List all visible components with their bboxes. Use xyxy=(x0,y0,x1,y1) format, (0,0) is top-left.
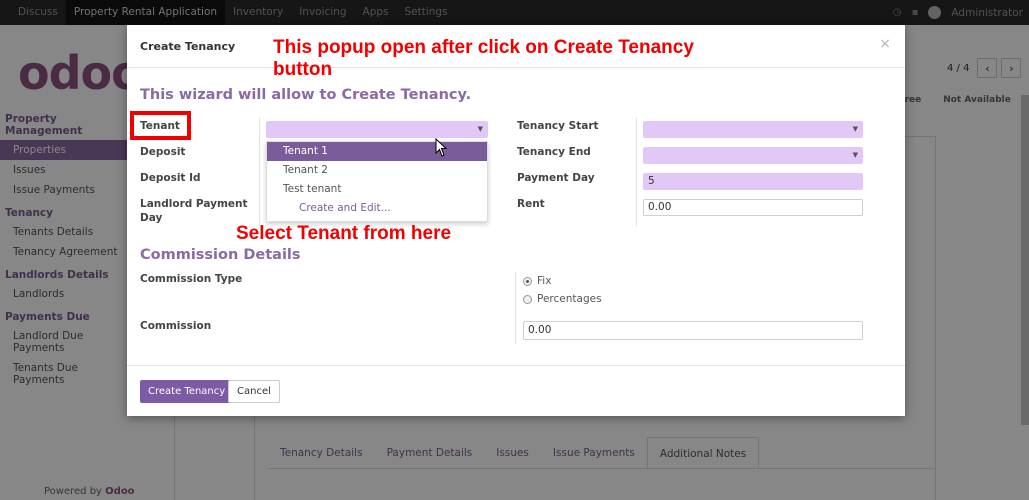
commission-type-label: Commission Type xyxy=(140,273,243,285)
dropdown-option-test-tenant[interactable]: Test tenant xyxy=(267,180,487,199)
payment-day-label: Payment Day xyxy=(517,172,595,184)
cancel-button[interactable]: Cancel xyxy=(228,380,280,403)
chevron-down-icon[interactable]: ▼ xyxy=(853,151,858,159)
payment-day-field[interactable]: 5 xyxy=(643,173,863,190)
annotation-popup-line-2: button xyxy=(273,59,333,80)
rent-field[interactable]: 0.00 xyxy=(643,199,863,216)
column-separator xyxy=(259,118,260,226)
radio-percentages[interactable]: Percentages xyxy=(523,293,602,305)
dropdown-create-and-edit[interactable]: Create and Edit... xyxy=(267,199,487,218)
dropdown-option-tenant-2[interactable]: Tenant 2 xyxy=(267,161,487,180)
tenant-highlight-box xyxy=(130,111,191,140)
chevron-down-icon[interactable]: ▼ xyxy=(478,125,483,133)
wizard-description: This wizard will allow to Create Tenancy… xyxy=(140,87,472,103)
tenancy-end-label: Tenancy End xyxy=(517,146,591,158)
column-separator xyxy=(636,118,637,226)
deposit-id-label: Deposit Id xyxy=(140,172,201,184)
commission-details-title: Commission Details xyxy=(140,247,301,263)
radio-fix[interactable]: Fix xyxy=(523,275,551,287)
deposit-label: Deposit xyxy=(140,146,186,158)
landlord-payment-day-label-line-1: Landlord Payment xyxy=(140,198,248,210)
dropdown-option-tenant-1[interactable]: Tenant 1 xyxy=(267,142,487,161)
radio-fix-control[interactable] xyxy=(523,276,532,286)
tenant-select[interactable]: ▼ xyxy=(266,121,488,138)
commission-field[interactable]: 0.00 xyxy=(523,321,863,340)
close-icon[interactable]: × xyxy=(879,36,891,52)
annotation-popup-line-1: This popup open after click on Create Te… xyxy=(273,37,694,58)
create-tenancy-dialog: Create Tenancy × This popup open after c… xyxy=(127,25,905,416)
commission-label: Commission xyxy=(140,320,212,332)
tenant-dropdown-menu: Tenant 1 Tenant 2 Test tenant Create and… xyxy=(266,141,488,222)
rent-label: Rent xyxy=(517,198,545,210)
mouse-cursor-icon xyxy=(435,138,448,157)
tenancy-start-field[interactable]: ▼ xyxy=(643,121,863,138)
tenancy-start-label: Tenancy Start xyxy=(517,120,599,132)
modal-title: Create Tenancy xyxy=(140,40,236,53)
landlord-payment-day-label: Landlord Payment Day xyxy=(140,197,248,225)
annotation-popup-note: This popup open after click on Create Te… xyxy=(273,37,793,81)
chevron-down-icon[interactable]: ▼ xyxy=(853,125,858,133)
modal-footer: Create Tenancy Cancel xyxy=(127,365,905,416)
annotation-select-tenant: Select Tenant from here xyxy=(236,223,452,244)
radio-percentages-control[interactable] xyxy=(523,294,532,304)
tenancy-end-field[interactable]: ▼ xyxy=(643,147,863,164)
radio-fix-label: Fix xyxy=(537,275,552,287)
column-separator xyxy=(515,272,516,344)
landlord-payment-day-label-line-2: Day xyxy=(140,212,163,224)
create-tenancy-button[interactable]: Create Tenancy xyxy=(140,380,234,403)
radio-percentages-label: Percentages xyxy=(537,293,602,305)
